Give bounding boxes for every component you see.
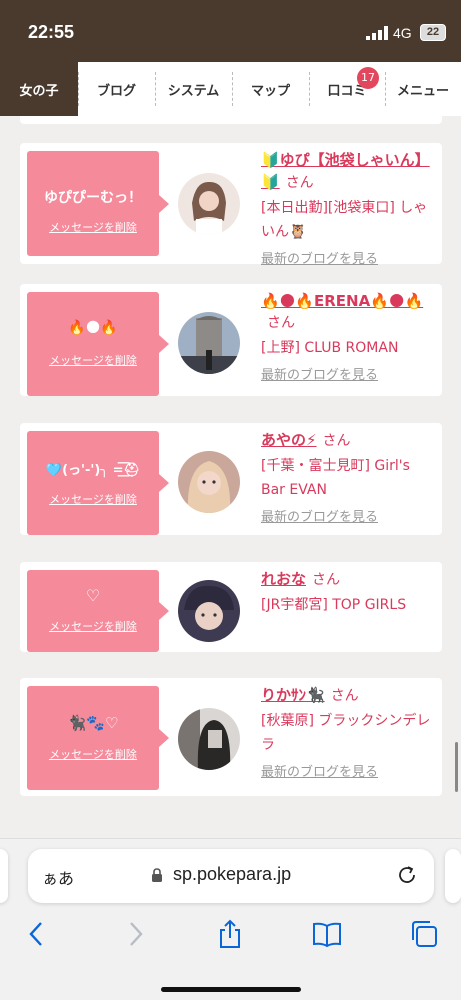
scroll-indicator[interactable]: [455, 742, 458, 792]
shop-info: [秋葉原] ブラックシンデレラ: [261, 713, 431, 753]
delete-message-link[interactable]: メッセージを削除: [27, 746, 159, 762]
next-tab-edge[interactable]: [445, 849, 461, 903]
tab-blog[interactable]: ブログ: [78, 62, 155, 116]
message-bubble: 🩵(っ'-')╮ =͟͟͞͞⛑ メッセージを削除: [27, 431, 169, 535]
message-text: ゆぴぴーむっ！: [44, 190, 142, 206]
tabs-icon[interactable]: [409, 919, 439, 949]
honorific: さん: [267, 315, 295, 331]
tab-system[interactable]: システム: [155, 62, 232, 116]
latest-blog-link[interactable]: 最新のブログを見る: [261, 364, 437, 383]
tab-reviews[interactable]: 口コミ 17: [309, 62, 385, 116]
delete-message-link[interactable]: メッセージを削除: [27, 219, 159, 235]
home-indicator[interactable]: [161, 987, 301, 992]
avatar[interactable]: [178, 312, 240, 374]
reload-icon[interactable]: [396, 864, 418, 886]
back-icon[interactable]: [22, 919, 52, 949]
list-item: 🔥🌑🔥 メッセージを削除 🔥🌑🔥ERENA🔥🌑🔥 さん [上野] CLUB ROM…: [20, 284, 442, 396]
girl-info: あやの⚡ さん [千葉・富士見町] Girl's Bar EVAN 最新のブログを…: [261, 429, 437, 525]
honorific: さん: [285, 175, 314, 191]
girl-info: れおな さん [JR宇都宮] TOP GIRLS: [261, 568, 437, 617]
latest-blog-link[interactable]: 最新のブログを見る: [261, 761, 437, 780]
message-list[interactable]: ゆぴぴーむっ！ メッセージを削除 🔰ゆぴ【池袋しゃいん】🔰 さん [本日出勤][池…: [0, 116, 461, 838]
honorific: さん: [330, 688, 359, 704]
message-text: 🩵(っ'-')╮ =͟͟͞͞⛑: [45, 463, 141, 478]
previous-tab-edge[interactable]: [0, 849, 8, 903]
message-text: 🐈‍⬛🐾♡: [67, 714, 119, 732]
girl-name-link[interactable]: れおな: [261, 570, 306, 588]
bookmarks-icon[interactable]: [312, 919, 342, 949]
share-icon[interactable]: [215, 919, 245, 949]
latest-blog-link[interactable]: 最新のブログを見る: [261, 248, 437, 267]
girl-name-link[interactable]: 🔥🌑🔥ERENA🔥🌑🔥: [261, 292, 423, 310]
avatar[interactable]: [178, 708, 240, 770]
previous-card-edge: [20, 116, 442, 124]
avatar-photo: [178, 708, 240, 770]
status-bar: 22:55 4G 22: [0, 0, 461, 62]
shop-info: [千葉・富士見町] Girl's Bar EVAN: [261, 458, 410, 498]
signal-icon: [366, 26, 388, 40]
avatar-photo: [178, 312, 240, 374]
message-text: 🔥🌑🔥: [68, 320, 118, 336]
delete-message-link[interactable]: メッセージを削除: [27, 491, 159, 507]
delete-message-link[interactable]: メッセージを削除: [27, 618, 159, 634]
honorific: さん: [312, 572, 341, 588]
avatar[interactable]: [178, 580, 240, 642]
girl-info: りかｻﾝ🐈‍⬛ さん [秋葉原] ブラックシンデレラ 最新のブログを見る: [261, 684, 437, 780]
tab-map[interactable]: マップ: [232, 62, 309, 116]
forward-icon[interactable]: [120, 919, 150, 949]
browser-toolbar: ぁあ sp.pokepara.jp: [0, 838, 461, 1000]
message-text: ♡: [85, 586, 101, 605]
shop-info: [本日出勤][池袋東口] しゃいん🦉: [261, 200, 428, 240]
status-time: 22:55: [28, 22, 75, 42]
tab-menu[interactable]: メニュー: [385, 62, 461, 116]
avatar-photo: [178, 173, 240, 235]
nav-tabs: 女の子 ブログ システム マップ 口コミ 17 メニュー: [0, 62, 461, 116]
reader-options-button[interactable]: ぁあ: [42, 865, 74, 889]
message-bubble: ゆぴぴーむっ！ メッセージを削除: [27, 151, 169, 256]
delete-message-link[interactable]: メッセージを削除: [27, 352, 159, 368]
list-item: 🐈‍⬛🐾♡ メッセージを削除 りかｻﾝ🐈‍⬛ さん [秋葉原] ブラックシンデレラ…: [20, 678, 442, 796]
girl-name-link[interactable]: あやの⚡: [261, 431, 317, 449]
reviews-badge: 17: [357, 67, 379, 89]
avatar-photo: [178, 580, 240, 642]
battery-icon: 22: [420, 24, 446, 41]
message-bubble: 🐈‍⬛🐾♡ メッセージを削除: [27, 686, 169, 790]
shop-info: [上野] CLUB ROMAN: [261, 340, 399, 356]
avatar[interactable]: [178, 173, 240, 235]
message-bubble: 🔥🌑🔥 メッセージを削除: [27, 292, 169, 396]
girl-info: 🔰ゆぴ【池袋しゃいん】🔰 さん [本日出勤][池袋東口] しゃいん🦉 最新のブログ…: [261, 149, 437, 267]
message-bubble: ♡ メッセージを削除: [27, 570, 169, 652]
url-text[interactable]: sp.pokepara.jp: [173, 864, 291, 885]
avatar[interactable]: [178, 451, 240, 513]
avatar-photo: [178, 451, 240, 513]
list-item: 🩵(っ'-')╮ =͟͟͞͞⛑ メッセージを削除 あやの⚡ さん [千葉・富士見町…: [20, 423, 442, 535]
girl-name-link[interactable]: りかｻﾝ🐈‍⬛: [261, 686, 325, 704]
latest-blog-link[interactable]: 最新のブログを見る: [261, 506, 437, 525]
address-bar[interactable]: ぁあ sp.pokepara.jp: [28, 849, 434, 903]
list-item: ゆぴぴーむっ！ メッセージを削除 🔰ゆぴ【池袋しゃいん】🔰 さん [本日出勤][池…: [20, 143, 442, 267]
tab-girls[interactable]: 女の子: [0, 62, 78, 116]
list-item: ♡ メッセージを削除 れおな さん [JR宇都宮] TOP GIRLS: [20, 562, 442, 652]
shop-info: [JR宇都宮] TOP GIRLS: [261, 597, 407, 613]
girl-info: 🔥🌑🔥ERENA🔥🌑🔥 さん [上野] CLUB ROMAN 最新のブログを見る: [261, 290, 437, 383]
lock-icon: [152, 868, 162, 882]
honorific: さん: [322, 433, 351, 449]
network-label: 4G: [393, 25, 412, 41]
